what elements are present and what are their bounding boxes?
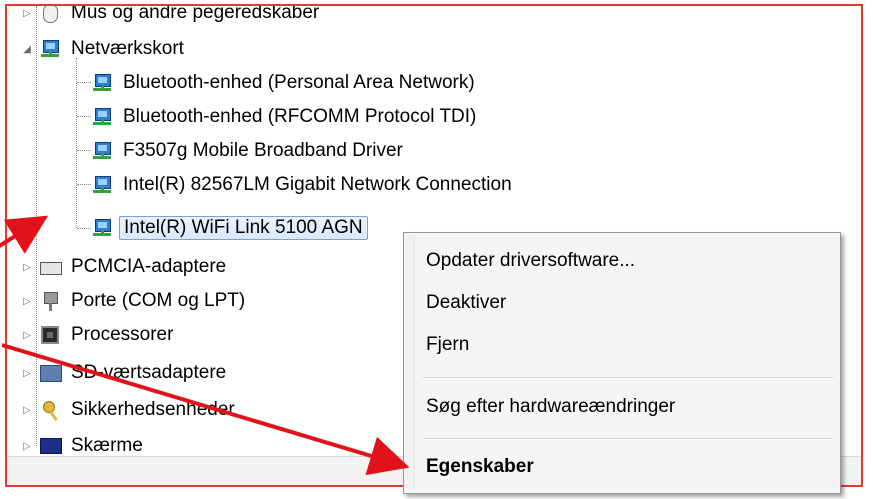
tree-item-label: Skærme [71,435,143,456]
tree-guide-line [77,82,91,83]
tree-item-label: Bluetooth-enhed (RFCOMM Protocol TDI) [123,106,477,127]
tree-item-label: SD-værtsadaptere [71,362,227,383]
tree-item-pcmcia[interactable]: ▷ PCMCIA-adaptere [21,250,230,284]
mouse-icon [39,6,61,24]
tree-item-network-adapters[interactable]: ◢ Netværkskort [21,32,188,66]
monitor-icon [39,435,62,457]
tree-item-sd-hosts[interactable]: ▷ SD-værtsadaptere [21,356,230,390]
tree-item-label: Intel(R) 82567LM Gigabit Network Connect… [123,174,512,195]
pcmcia-icon [39,256,62,278]
network-adapter-icon [91,106,113,128]
tree-item-adapter[interactable]: Bluetooth-enhed (Personal Area Network) [91,66,479,100]
menu-separator [422,438,834,440]
tree-item-adapter[interactable]: Bluetooth-enhed (RFCOMM Protocol TDI) [91,100,480,134]
key-icon [39,399,61,421]
menu-item-scan-hardware[interactable]: Søg efter hardwareændringer [404,387,840,427]
tree-item-label: Intel(R) WiFi Link 5100 AGN [119,216,368,240]
tree-item-mice[interactable]: ▷ Mus og andre pegeredskaber [21,4,323,30]
tree-item-label: F3507g Mobile Broadband Driver [123,140,403,161]
tree-item-label: PCMCIA-adaptere [71,256,227,277]
network-adapter-icon [91,72,113,94]
tree-item-label: Porte (COM og LPT) [71,290,246,311]
processor-icon [39,324,61,346]
tree-guide-line [77,228,91,229]
expand-arrow-icon[interactable]: ▷ [21,329,33,341]
menu-separator [422,377,834,379]
tree-item-ports[interactable]: ▷ Porte (COM og LPT) [21,284,249,318]
network-adapter-icon [39,38,61,60]
network-adapter-icon [91,217,113,239]
tree-item-label: Bluetooth-enhed (Personal Area Network) [123,72,475,93]
expand-arrow-icon[interactable]: ▷ [21,261,33,273]
context-menu: Opdater driversoftware... Deaktiver Fjer… [403,232,841,494]
expand-arrow-icon[interactable]: ▷ [21,295,33,307]
tree-item-label: Netværkskort [71,38,184,59]
tree-guide-line [77,184,91,185]
tree-guide-line [76,58,77,228]
tree-guide-line [77,116,91,117]
menu-item-update-driver[interactable]: Opdater driversoftware... [404,241,840,281]
tree-item-adapter[interactable]: Intel(R) 82567LM Gigabit Network Connect… [91,168,516,202]
collapse-arrow-icon[interactable]: ◢ [21,43,33,55]
expand-arrow-icon[interactable]: ▷ [21,367,33,379]
expand-arrow-icon[interactable]: ▷ [21,440,33,452]
tree-item-security-devices[interactable]: ▷ Sikkerhedsenheder [21,393,239,427]
expand-arrow-icon[interactable]: ▷ [21,404,33,416]
network-adapter-icon [91,140,113,162]
tree-item-adapter-selected[interactable]: Intel(R) WiFi Link 5100 AGN [91,211,368,245]
tree-item-processors[interactable]: ▷ Processorer [21,318,177,352]
tree-item-label: Mus og andre pegeredskaber [71,4,320,23]
network-adapter-icon [91,174,113,196]
tree-guide-line [77,150,91,151]
sd-adapter-icon [39,362,62,384]
tree-item-adapter[interactable]: F3507g Mobile Broadband Driver [91,134,407,168]
tree-item-label: Sikkerhedsenheder [71,399,235,420]
port-icon [39,290,61,312]
menu-item-disable[interactable]: Deaktiver [404,283,840,323]
menu-item-uninstall[interactable]: Fjern [404,325,840,365]
expand-arrow-icon[interactable]: ▷ [21,7,33,19]
tree-item-label: Processorer [71,324,174,345]
menu-item-properties[interactable]: Egenskaber [404,447,840,487]
